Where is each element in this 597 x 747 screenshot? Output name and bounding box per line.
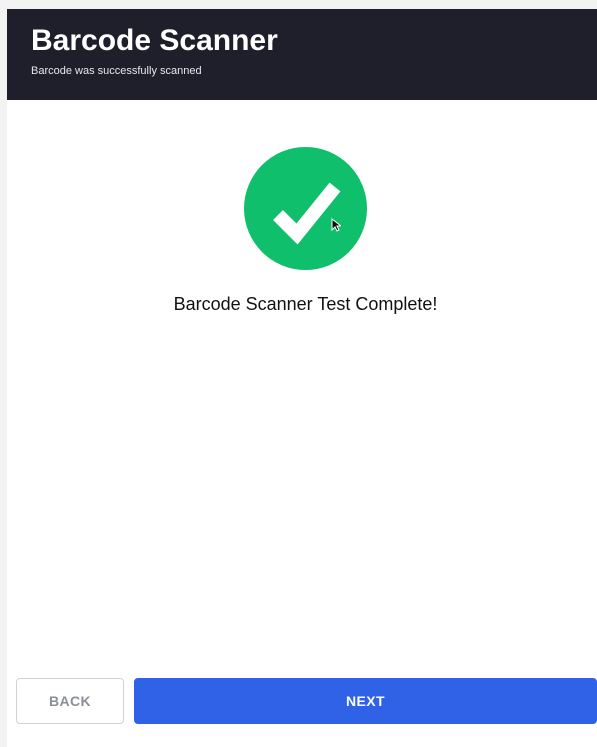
next-button[interactable]: NEXT xyxy=(134,678,597,724)
scan-result-content: Barcode Scanner Test Complete! xyxy=(7,100,597,660)
mouse-pointer-icon xyxy=(331,218,341,232)
completion-message: Barcode Scanner Test Complete! xyxy=(173,294,438,314)
app-header: Barcode Scanner Barcode was successfully… xyxy=(7,9,597,100)
back-button[interactable]: BACK xyxy=(16,678,124,724)
navigation-footer: BACK NEXT xyxy=(7,678,597,726)
success-status-circle xyxy=(244,147,367,270)
page-title: Barcode Scanner xyxy=(31,24,278,57)
check-icon xyxy=(273,182,341,245)
page-subtitle: Barcode was successfully scanned xyxy=(31,65,202,77)
barcode-scanner-screen: Barcode Scanner Barcode was successfully… xyxy=(7,9,597,747)
